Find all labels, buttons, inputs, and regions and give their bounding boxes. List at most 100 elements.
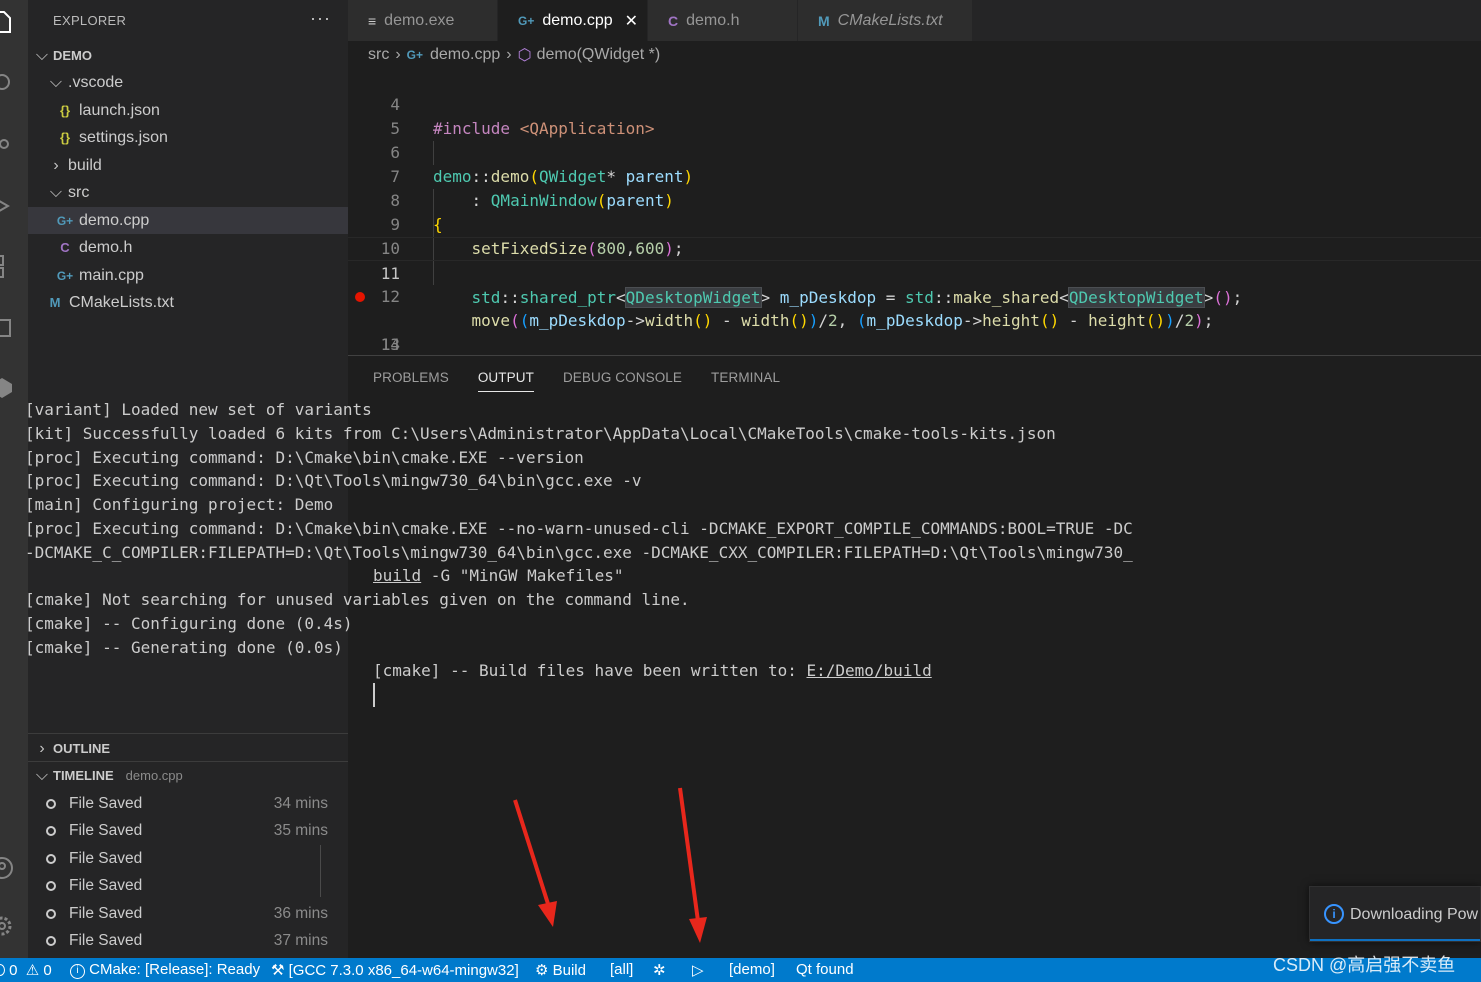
tab-debug-console[interactable]: DEBUG CONSOLE — [563, 370, 682, 392]
timeline-entry[interactable]: File Saved 34 mins — [28, 790, 348, 817]
launch-target-selector[interactable]: [demo] — [729, 961, 775, 978]
code-line: 6 demo::demo(QWidget* parent) — [348, 117, 1481, 186]
cmake-icon[interactable] — [0, 376, 14, 400]
outline-section-header[interactable]: › OUTLINE — [28, 735, 348, 762]
scrollbar-track[interactable] — [320, 845, 321, 897]
account-icon[interactable] — [0, 856, 14, 880]
markdown-file-icon: M — [49, 295, 61, 310]
timeline-entry[interactable]: File Saved 37 mins — [28, 927, 348, 954]
output-line: [cmake] -- Generating done (0.0s) — [25, 638, 343, 657]
text-cursor — [373, 683, 375, 707]
cpp-file-icon: G+ — [406, 48, 423, 62]
tree-item-demo-cpp[interactable]: G+ demo.cpp — [28, 207, 348, 234]
tab-demo-cpp[interactable]: G+ demo.cpp ✕ — [498, 0, 648, 41]
tree-item-main-cpp[interactable]: G+ main.cpp — [28, 262, 348, 289]
source-control-icon[interactable] — [0, 134, 14, 158]
problems-indicator[interactable]: 0 ⚠ 0 — [0, 961, 52, 979]
files-icon[interactable] — [0, 10, 14, 34]
code-line: 13 } — [348, 285, 1481, 354]
tree-item-build[interactable]: › build — [28, 152, 348, 179]
tab-demo-exe[interactable]: ≡ demo.exe — [348, 0, 498, 41]
close-icon[interactable]: ✕ — [625, 11, 638, 31]
breadcrumb-file[interactable]: demo.cpp — [430, 46, 500, 64]
warning-count: 0 — [43, 962, 52, 979]
code-line: 4 #include <QApplication> — [348, 69, 1481, 138]
tab-label: demo.h — [686, 11, 740, 29]
explorer-title: EXPLORER — [53, 12, 127, 28]
tree-item-launch-json[interactable]: {} launch.json — [28, 97, 348, 124]
build-target-selector[interactable]: [all] — [610, 961, 633, 978]
run-play-icon[interactable]: ▷ — [692, 961, 704, 979]
circle-icon — [46, 880, 56, 891]
tab-cmakelists[interactable]: M CMakeLists.txt — [798, 0, 973, 41]
tree-item-cmakelists[interactable]: M CMakeLists.txt — [28, 289, 348, 316]
output-line: build -G "MinGW Makefiles" — [373, 564, 623, 588]
outline-title: OUTLINE — [53, 741, 111, 756]
code-line: 8 { — [348, 165, 1481, 234]
code-line: 12 move((m_pDeskdop->width() - width())/… — [348, 261, 1481, 330]
tab-output[interactable]: OUTPUT — [477, 370, 534, 392]
code-line: 10 — [348, 213, 1481, 258]
debug-bug-icon[interactable]: ✲ — [653, 961, 666, 979]
cmake-status-item[interactable]: i CMake: [Release]: Ready — [70, 961, 260, 979]
kit-selector[interactable]: ⚒ [GCC 7.3.0 x86_64-w64-mingw32] — [271, 961, 519, 979]
method-cube-icon: ⬡ — [517, 47, 532, 64]
tab-terminal[interactable]: TERMINAL — [711, 370, 780, 392]
run-debug-icon[interactable] — [0, 194, 14, 218]
tree-item-settings-json[interactable]: {} settings.json — [28, 124, 348, 151]
json-file-icon: {} — [59, 130, 71, 145]
extensions-icon[interactable] — [0, 254, 14, 278]
tree-item-demo-h[interactable]: C demo.h — [28, 234, 348, 261]
activity-bar — [0, 0, 28, 958]
tab-problems[interactable]: PROBLEMS — [373, 370, 449, 392]
output-line: [proc] Executing command: D:\Cmake\bin\c… — [25, 448, 584, 467]
file-lines-icon: ≡ — [368, 12, 377, 29]
tree-item-src[interactable]: ⌵ src — [28, 179, 348, 206]
build-button[interactable]: ⚙ Build — [535, 961, 586, 979]
tab-label: demo.exe — [384, 11, 455, 29]
progress-bar — [1310, 939, 1480, 941]
timeline-entry[interactable]: File Saved — [28, 872, 348, 899]
qt-status-item[interactable]: Qt found — [796, 961, 854, 978]
cpp-file-icon: G+ — [518, 13, 535, 28]
circle-icon — [46, 798, 56, 809]
code-line-current: 11 std::shared_ptr<QDesktopWidget> m_pDe… — [348, 237, 1481, 308]
code-line: 15 demo::~demo() — [348, 333, 1481, 355]
breadcrumb-folder[interactable]: src — [368, 46, 389, 64]
more-actions-icon[interactable]: ··· — [310, 8, 331, 29]
output-path-link[interactable]: E:/Demo/build — [806, 661, 931, 680]
timeline-entry[interactable]: File Saved 35 mins — [28, 817, 348, 844]
timeline-entry[interactable]: File Saved 36 mins — [28, 900, 348, 927]
red-arrow-run — [678, 787, 707, 943]
output-text: -G "MinGW Makefiles" — [421, 566, 624, 585]
chevron-right-icon: › — [395, 46, 401, 63]
info-icon: i — [1324, 904, 1344, 924]
json-file-icon: {} — [59, 103, 71, 118]
remote-explorer-icon[interactable] — [0, 316, 14, 340]
timeline-section-header[interactable]: ⌵ TIMELINE demo.cpp — [28, 762, 348, 789]
search-icon[interactable] — [0, 72, 14, 96]
tree-item-label: .vscode — [68, 73, 124, 91]
settings-gear-icon[interactable] — [0, 914, 14, 938]
tree-item-vscode[interactable]: ⌵ .vscode — [28, 69, 348, 96]
output-path-link[interactable]: build — [373, 566, 421, 585]
chevron-down-icon: ⌵ — [35, 766, 49, 784]
breadcrumb-symbol[interactable]: demo(QWidget *) — [537, 46, 661, 64]
tree-item-label: settings.json — [79, 128, 168, 146]
tab-demo-h[interactable]: C demo.h — [648, 0, 798, 41]
code-editor[interactable]: 4 #include <QApplication> 5 6 demo::demo… — [348, 69, 1481, 355]
timeline-entry-time: 37 mins — [273, 931, 328, 949]
folder-root-demo[interactable]: ⌵ DEMO — [28, 42, 348, 69]
breakpoint-icon[interactable] — [355, 292, 365, 302]
section-divider — [28, 733, 348, 734]
timeline-entry[interactable]: File Saved — [28, 845, 348, 872]
chevron-down-icon: ⌵ — [49, 183, 63, 201]
timeline-entry-label: File Saved — [69, 794, 143, 812]
output-line: -DCMAKE_C_COMPILER:FILEPATH=D:\Qt\Tools\… — [25, 543, 1133, 562]
tree-item-label: build — [68, 156, 102, 174]
breadcrumb: src › G+ demo.cpp › ⬡ demo(QWidget *) — [348, 41, 1481, 69]
timeline-entry-label: File Saved — [69, 849, 143, 867]
timeline-file-label: demo.cpp — [125, 768, 183, 783]
notification-toast[interactable]: i Downloading Pow — [1309, 886, 1481, 942]
circle-icon — [46, 935, 56, 946]
